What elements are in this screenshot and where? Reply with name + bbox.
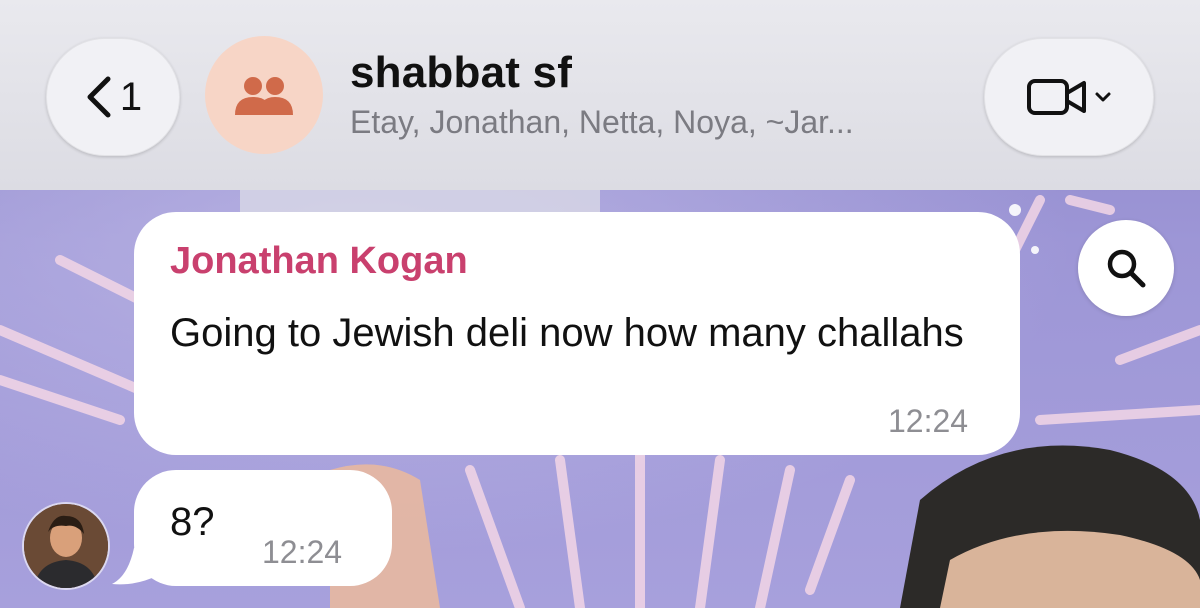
back-button[interactable]: 1 bbox=[46, 38, 180, 156]
search-button[interactable] bbox=[1078, 220, 1174, 316]
message-time: 12:24 bbox=[888, 403, 969, 439]
group-avatar[interactable] bbox=[205, 36, 323, 154]
message-sender[interactable]: Jonathan Kogan bbox=[170, 240, 468, 283]
video-camera-icon bbox=[1027, 79, 1086, 115]
sender-avatar[interactable] bbox=[24, 504, 108, 588]
video-call-button[interactable] bbox=[984, 38, 1154, 156]
chat-participants[interactable]: Etay, Jonathan, Netta, Noya, ~Jar... bbox=[350, 104, 854, 141]
search-icon bbox=[1107, 249, 1146, 288]
message-bubble[interactable]: 8? 12:24 bbox=[134, 470, 392, 586]
chat-title[interactable]: shabbat sf bbox=[350, 48, 572, 98]
unread-count: 1 bbox=[119, 74, 143, 119]
chevron-down-icon bbox=[1095, 92, 1111, 102]
avatar-photo bbox=[24, 504, 108, 588]
message-time: 12:24 bbox=[262, 534, 343, 570]
message-text: 8? bbox=[170, 500, 215, 544]
chevron-left-icon bbox=[87, 76, 111, 118]
chat-header: 1 shabbat sf Etay, Jonathan, Netta, Noya… bbox=[0, 0, 1200, 190]
group-people-icon bbox=[235, 77, 293, 115]
message-text: Going to Jewish deli now how many challa… bbox=[170, 311, 964, 355]
